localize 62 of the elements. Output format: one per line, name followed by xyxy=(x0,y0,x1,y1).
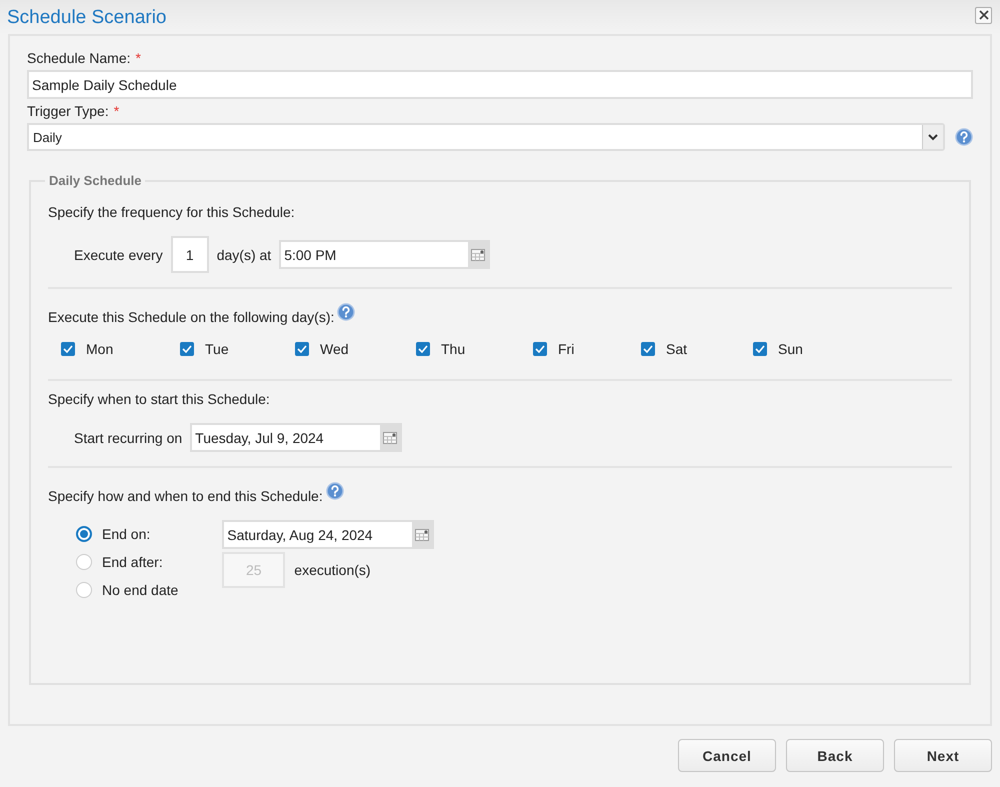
calendar-button[interactable] xyxy=(468,242,488,267)
checkbox-label[interactable]: Mon xyxy=(86,341,114,357)
checkmark-icon xyxy=(535,345,545,353)
calendar-icon xyxy=(383,432,398,444)
time-field[interactable]: 5:00 PM xyxy=(279,240,490,269)
interval-field[interactable]: 1 xyxy=(170,236,209,273)
checkbox[interactable] xyxy=(416,342,430,356)
field-label: Start recurring on xyxy=(74,430,182,446)
radio-button[interactable] xyxy=(76,526,92,542)
calendar-button[interactable] xyxy=(412,522,432,547)
help-icon[interactable] xyxy=(326,482,344,500)
radio-label[interactable]: End after: xyxy=(102,554,163,570)
checkmark-icon xyxy=(643,345,653,353)
checkbox[interactable] xyxy=(61,342,75,356)
dialog-button[interactable]: Cancel xyxy=(678,739,776,772)
checkbox-label[interactable]: Wed xyxy=(320,341,349,357)
checkbox[interactable] xyxy=(295,342,309,356)
checkbox[interactable] xyxy=(641,342,655,356)
start-date-field[interactable]: Tuesday, Jul 9, 2024 xyxy=(190,423,402,452)
field-label: execution(s) xyxy=(294,562,371,578)
checkmark-icon xyxy=(297,345,307,353)
checkbox-label[interactable]: Sat xyxy=(666,341,688,357)
end-date-field[interactable]: Saturday, Aug 24, 2024 xyxy=(222,520,434,549)
checkmark-icon xyxy=(418,345,428,353)
checkbox-label[interactable]: Fri xyxy=(558,341,574,357)
checkbox[interactable] xyxy=(533,342,547,356)
dialog-button[interactable]: Back xyxy=(786,739,884,772)
field-label: Trigger Type: xyxy=(27,103,109,119)
calendar-icon xyxy=(471,248,486,260)
section-heading: Specify how and when to end this Schedule: xyxy=(48,488,323,504)
radio-label[interactable]: End on: xyxy=(102,526,150,542)
required-mark: * xyxy=(136,50,141,66)
checkmark-icon xyxy=(63,345,73,353)
help-icon[interactable] xyxy=(955,128,973,146)
section-heading: Specify the frequency for this Schedule: xyxy=(48,204,295,220)
chevron-down-icon xyxy=(928,134,938,140)
window-title: Schedule Scenario xyxy=(7,6,166,29)
field-label: Schedule Name: xyxy=(27,50,131,66)
trigger-type-dropdown[interactable]: Daily xyxy=(27,123,945,151)
section-heading: Execute this Schedule on the following day(s): xyxy=(48,309,334,325)
close-icon xyxy=(978,10,988,20)
section-heading: Specify when to start this Schedule: xyxy=(48,391,270,407)
dialog-button[interactable]: Next xyxy=(894,739,992,772)
checkmark-icon xyxy=(755,345,765,353)
checkbox-label[interactable]: Thu xyxy=(441,341,466,357)
radio-button[interactable] xyxy=(76,554,92,570)
required-mark: * xyxy=(114,103,120,119)
checkbox[interactable] xyxy=(180,342,194,356)
checkbox-label[interactable]: Tue xyxy=(205,341,229,357)
calendar-icon xyxy=(415,528,430,540)
schedule-name-field[interactable]: Sample Daily Schedule xyxy=(27,70,973,99)
calendar-button[interactable] xyxy=(380,425,400,450)
checkmark-icon xyxy=(182,345,192,353)
field-label: Execute every xyxy=(74,246,163,262)
radio-button[interactable] xyxy=(76,582,92,598)
field-label: day(s) at xyxy=(216,246,272,262)
group-title: Daily Schedule xyxy=(48,173,142,188)
radio-label[interactable]: No end date xyxy=(102,582,178,598)
help-icon[interactable] xyxy=(337,303,356,321)
close-button[interactable] xyxy=(975,6,992,24)
checkbox[interactable] xyxy=(753,342,767,356)
checkbox-label[interactable]: Sun xyxy=(778,341,803,357)
